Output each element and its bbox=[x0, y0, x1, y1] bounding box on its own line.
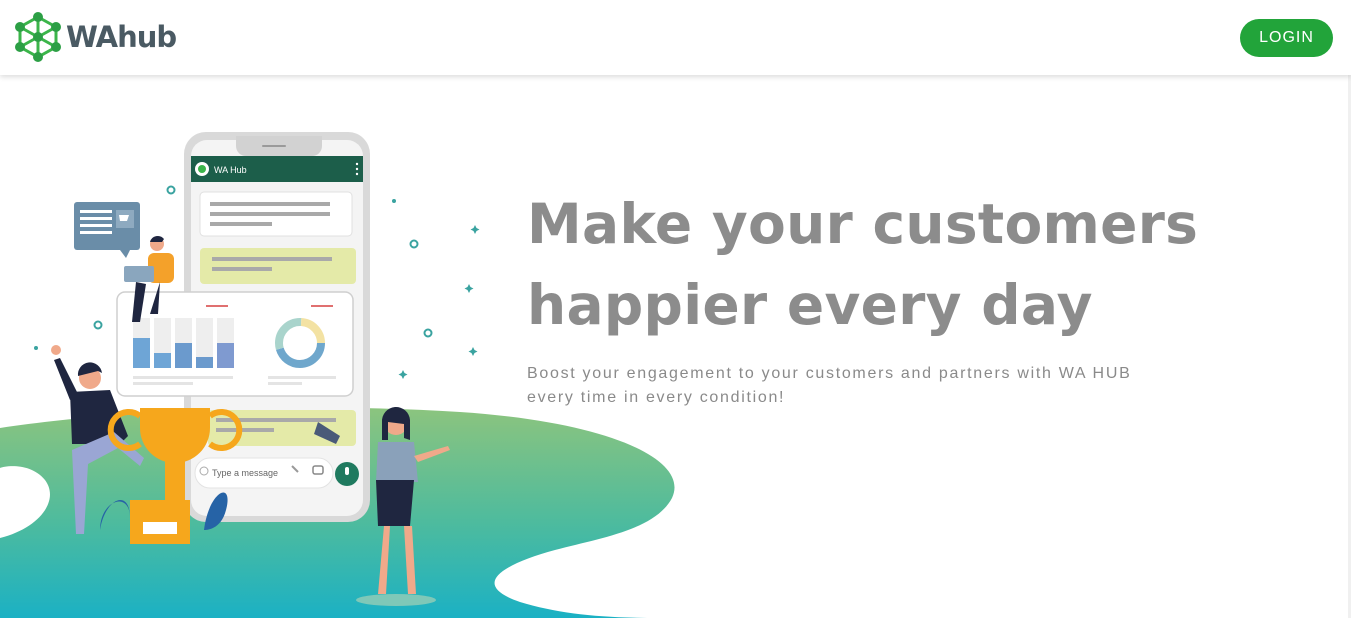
hero-section: Make your customers happier every day Bo… bbox=[527, 184, 1207, 410]
login-button[interactable]: LOGIN bbox=[1240, 19, 1333, 57]
cart-bubble bbox=[74, 202, 140, 258]
hero-subtitle: Boost your engagement to your customers … bbox=[527, 365, 1132, 406]
top-navbar: WAhub LOGIN bbox=[0, 0, 1351, 75]
message-placeholder: Type a message bbox=[212, 468, 278, 478]
hero-headline: Make your customers happier every day bbox=[527, 192, 1199, 337]
hub-network-icon bbox=[15, 12, 61, 62]
brand-logo[interactable]: WAhub bbox=[14, 11, 177, 63]
chat-header-title: WA Hub bbox=[214, 165, 247, 175]
kebab-menu-icon bbox=[355, 162, 359, 176]
mic-icon bbox=[345, 467, 349, 475]
brand-name: WAhub bbox=[66, 20, 177, 54]
